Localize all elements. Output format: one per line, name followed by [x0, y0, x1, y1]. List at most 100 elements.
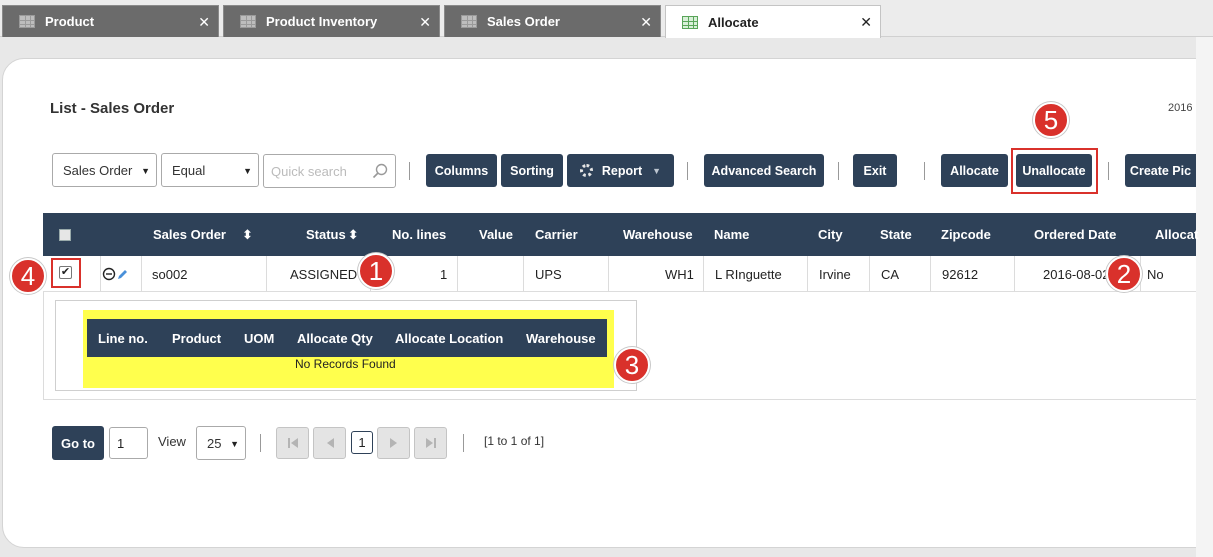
- col-value[interactable]: Value: [479, 213, 513, 256]
- cell-divider: [1014, 256, 1015, 292]
- no-records-message: No Records Found: [295, 357, 396, 371]
- edit-pencil-icon[interactable]: [116, 256, 129, 292]
- page-date: 2016: [1168, 102, 1193, 114]
- col-state[interactable]: State: [880, 213, 912, 256]
- cell-divider: [807, 256, 808, 292]
- caret-down-icon: ▼: [141, 166, 150, 176]
- annotation-badge-1: 1: [358, 253, 394, 289]
- cell-zipcode: 92612: [942, 266, 979, 282]
- cell-carrier: UPS: [535, 266, 562, 282]
- page-size-value: 25: [207, 435, 222, 451]
- subcol-line-no[interactable]: Line no.: [98, 319, 148, 357]
- toolbar-divider: [838, 162, 839, 180]
- cell-ordered-date: 2016-08-02: [1043, 266, 1110, 282]
- create-pick-button[interactable]: Create Pic: [1125, 154, 1196, 187]
- grid-icon: [240, 15, 256, 28]
- caret-down-icon: ▼: [243, 166, 252, 176]
- sort-icon[interactable]: ⬍: [242, 227, 253, 243]
- cell-sales-order[interactable]: so002: [152, 256, 187, 292]
- table-header: Sales Order ⬍ Status ⬍ No. lines Value C…: [43, 213, 1198, 256]
- page-size-select[interactable]: 25 ▼: [196, 426, 246, 460]
- first-page-button[interactable]: [276, 427, 309, 459]
- go-to-button[interactable]: Go to: [52, 426, 104, 460]
- annotation-badge-2: 2: [1106, 256, 1142, 292]
- quick-search-placeholder: Quick search: [271, 163, 347, 179]
- close-icon[interactable]: ✕: [198, 14, 210, 31]
- grid-icon: [461, 15, 477, 28]
- col-allocated[interactable]: Allocat: [1155, 213, 1198, 256]
- col-no-lines[interactable]: No. lines: [392, 213, 446, 256]
- sort-icon[interactable]: ⬍: [348, 227, 359, 243]
- prev-page-icon: [326, 438, 334, 448]
- col-name[interactable]: Name: [714, 213, 749, 256]
- page-info: [1 to 1 of 1]: [484, 434, 545, 448]
- first-page-icon: [287, 438, 298, 448]
- search-operator-select[interactable]: Equal ▼: [161, 153, 259, 187]
- col-label: Status: [306, 227, 346, 242]
- last-page-icon: [425, 438, 436, 448]
- cell-divider: [608, 256, 609, 292]
- toolbar-divider: [924, 162, 925, 180]
- current-page-indicator: 1: [351, 431, 373, 454]
- search-icon[interactable]: [372, 163, 388, 179]
- subcol-product[interactable]: Product: [172, 319, 221, 357]
- prev-page-button[interactable]: [313, 427, 346, 459]
- report-button[interactable]: Report ▼: [567, 154, 674, 187]
- col-city[interactable]: City: [818, 213, 843, 256]
- subcol-warehouse[interactable]: Warehouse: [526, 319, 596, 357]
- tab-product[interactable]: Product ✕: [2, 5, 219, 37]
- cell-state: CA: [881, 266, 900, 282]
- close-icon[interactable]: ✕: [640, 14, 652, 31]
- tab-bar: Product ✕ Product Inventory ✕ Sales Orde…: [0, 0, 1213, 38]
- col-status[interactable]: Status ⬍: [306, 213, 359, 256]
- cell-warehouse: WH1: [665, 266, 694, 282]
- cell-allocated: No: [1147, 266, 1164, 282]
- next-page-icon: [389, 438, 397, 448]
- next-page-button[interactable]: [377, 427, 410, 459]
- allocate-button[interactable]: Allocate: [941, 154, 1008, 187]
- subcol-allocate-qty[interactable]: Allocate Qty: [297, 319, 373, 357]
- columns-button[interactable]: Columns: [426, 154, 497, 187]
- close-icon[interactable]: ✕: [860, 14, 872, 31]
- unallocate-highlight-box: [1011, 148, 1098, 194]
- checkbox-icon: [59, 228, 71, 241]
- subcol-allocate-location[interactable]: Allocate Location: [395, 319, 503, 357]
- view-label: View: [158, 434, 186, 449]
- select-all-checkbox[interactable]: [59, 213, 71, 256]
- search-field-value: Sales Order: [63, 162, 133, 178]
- search-field-select[interactable]: Sales Order ▼: [52, 153, 157, 187]
- vertical-scrollbar[interactable]: [1196, 37, 1213, 557]
- tab-allocate[interactable]: Allocate ✕: [665, 5, 881, 38]
- annotation-badge-5: 5: [1033, 102, 1069, 138]
- tab-label: Product Inventory: [266, 14, 378, 29]
- col-warehouse[interactable]: Warehouse: [623, 213, 693, 256]
- col-zipcode[interactable]: Zipcode: [941, 213, 991, 256]
- exit-button[interactable]: Exit: [853, 154, 897, 187]
- annotation-badge-4: 4: [10, 258, 46, 294]
- toolbar-divider: [409, 162, 410, 180]
- sorting-button[interactable]: Sorting: [501, 154, 563, 187]
- pager-divider: [463, 434, 464, 452]
- page-title: List - Sales Order: [50, 100, 175, 117]
- tab-product-inventory[interactable]: Product Inventory ✕: [223, 5, 440, 37]
- col-sales-order[interactable]: Sales Order ⬍: [153, 213, 253, 256]
- col-carrier[interactable]: Carrier: [535, 213, 578, 256]
- cell-no-lines: 1: [440, 266, 448, 282]
- subcol-uom[interactable]: UOM: [244, 319, 274, 357]
- cell-divider: [100, 256, 101, 292]
- advanced-search-button[interactable]: Advanced Search: [704, 154, 824, 187]
- table-row[interactable]: so002 ASSIGNED 1 UPS WH1 L RInguette Irv…: [43, 256, 1196, 292]
- search-operator-value: Equal: [172, 162, 206, 178]
- close-icon[interactable]: ✕: [419, 14, 431, 31]
- quick-search-input[interactable]: Quick search: [263, 154, 396, 188]
- pager-divider: [260, 434, 261, 452]
- tab-sales-order[interactable]: Sales Order ✕: [444, 5, 661, 37]
- cell-divider: [930, 256, 931, 292]
- last-page-button[interactable]: [414, 427, 447, 459]
- subgrid-header: Line no. Product UOM Allocate Qty Alloca…: [87, 319, 607, 357]
- page-number-input[interactable]: 1: [109, 427, 148, 459]
- cell-divider: [141, 256, 142, 292]
- report-label: Report: [601, 163, 643, 178]
- col-ordered-date[interactable]: Ordered Date: [1034, 213, 1116, 256]
- collapse-row-icon[interactable]: [102, 256, 116, 292]
